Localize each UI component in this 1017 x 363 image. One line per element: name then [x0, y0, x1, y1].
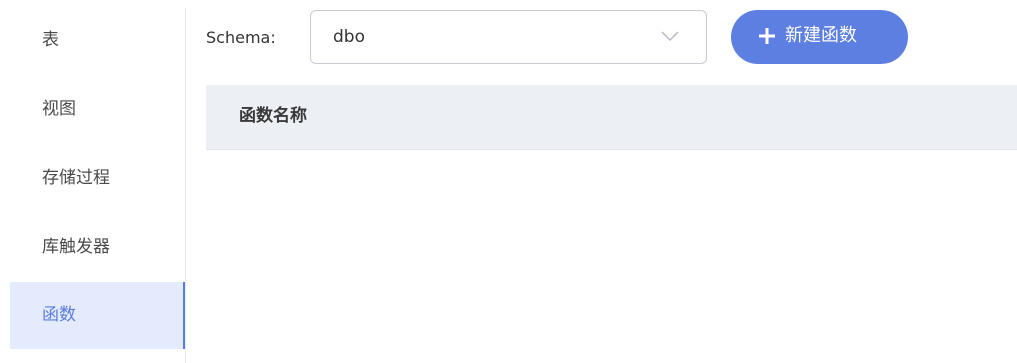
sidebar-item-function[interactable]: 函数 [10, 282, 186, 349]
sidebar-item-stored-procedure[interactable]: 存储过程 [10, 158, 186, 198]
schema-label: Schema: [206, 28, 276, 47]
sidebar-item-label: 表 [42, 30, 59, 50]
sidebar-divider [185, 8, 186, 363]
sidebar-item-table[interactable]: 表 [10, 20, 186, 60]
new-function-label: 新建函数 [785, 25, 857, 46]
schema-select[interactable]: dbo [310, 10, 707, 64]
new-function-button[interactable]: 新建函数 [731, 10, 908, 64]
column-header-function-name: 函数名称 [239, 106, 307, 126]
sidebar-item-db-trigger[interactable]: 库触发器 [10, 227, 186, 267]
table-header: 函数名称 [206, 85, 1017, 150]
plus-icon [759, 28, 775, 44]
sidebar-item-label: 视图 [42, 99, 76, 119]
sidebar-item-label: 函数 [42, 305, 76, 325]
schema-select-value: dbo [333, 27, 365, 47]
sidebar-item-label: 库触发器 [42, 237, 110, 257]
sidebar-item-label: 存储过程 [42, 168, 110, 188]
chevron-down-icon [661, 31, 679, 42]
sidebar-item-view[interactable]: 视图 [10, 89, 186, 129]
sidebar-menu: 表 视图 存储过程 库触发器 函数 [0, 0, 187, 363]
